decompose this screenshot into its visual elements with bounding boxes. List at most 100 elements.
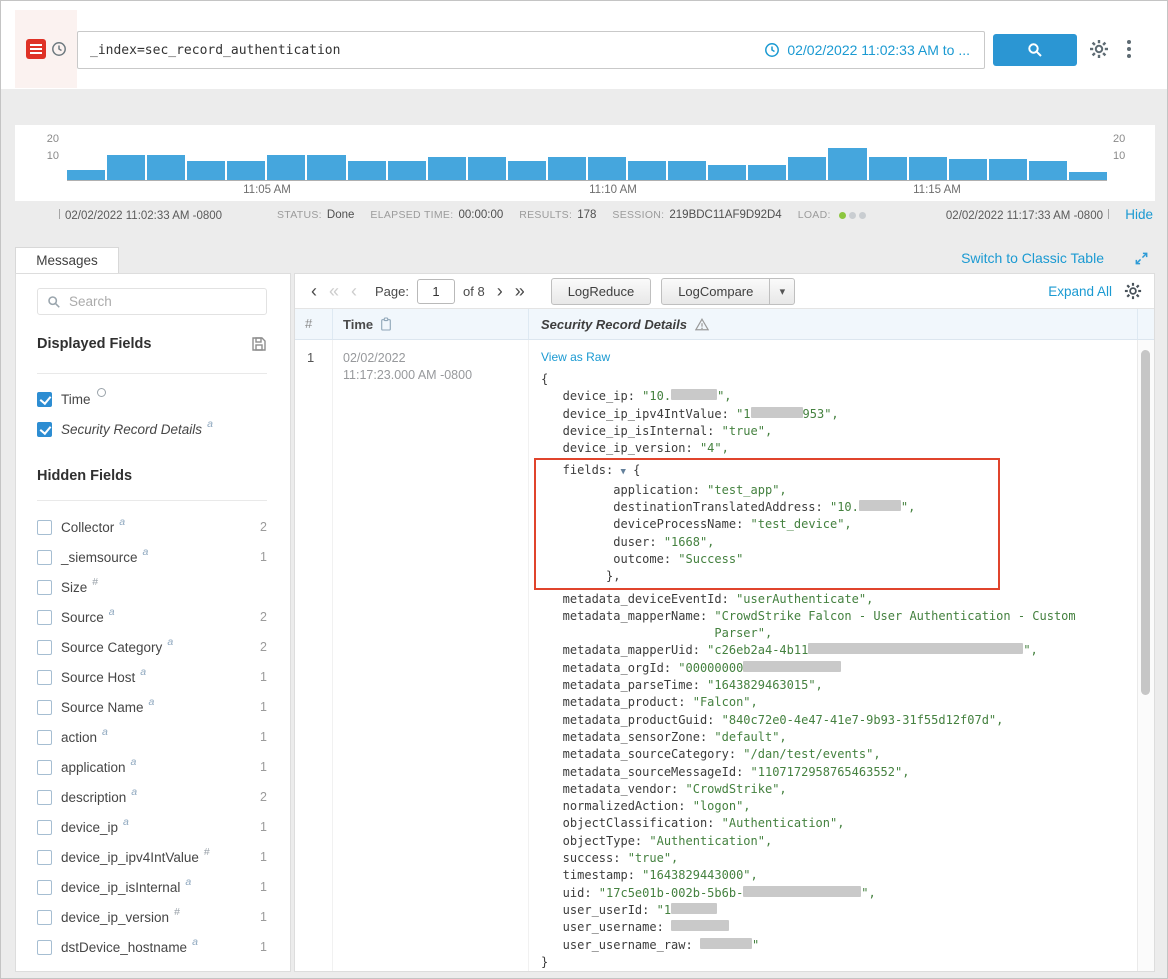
field-checkbox[interactable] bbox=[37, 580, 52, 595]
field-row-source-category[interactable]: Source Categorya2 bbox=[37, 632, 267, 662]
histogram-bar[interactable] bbox=[788, 157, 826, 180]
field-checkbox[interactable] bbox=[37, 760, 52, 775]
histogram-bar[interactable] bbox=[468, 157, 506, 180]
field-checkbox[interactable] bbox=[37, 670, 52, 685]
histogram-bar[interactable] bbox=[628, 161, 666, 180]
settings-gear-icon[interactable] bbox=[1089, 39, 1109, 59]
field-checkbox[interactable] bbox=[37, 820, 52, 835]
hide-histogram-link[interactable]: Hide bbox=[1125, 207, 1153, 222]
histogram-bar[interactable] bbox=[949, 159, 987, 180]
histogram-bar[interactable] bbox=[588, 157, 626, 180]
field-row-description[interactable]: descriptiona2 bbox=[37, 782, 267, 812]
histogram-bar[interactable] bbox=[708, 165, 746, 180]
scrollbar-track[interactable] bbox=[1137, 340, 1154, 971]
page-number-input[interactable] bbox=[417, 279, 455, 304]
field-checkbox[interactable] bbox=[37, 730, 52, 745]
field-row-action[interactable]: actiona1 bbox=[37, 722, 267, 752]
first-page-button[interactable]: « bbox=[323, 282, 345, 300]
histogram-bar[interactable] bbox=[428, 157, 466, 180]
histogram-bar[interactable] bbox=[267, 155, 305, 180]
field-row-dstdevice-hostname[interactable]: dstDevice_hostnamea1 bbox=[37, 932, 267, 962]
field-checkbox[interactable] bbox=[37, 422, 52, 437]
field-checkbox[interactable] bbox=[37, 640, 52, 655]
kebab-menu-icon[interactable] bbox=[1127, 40, 1131, 58]
view-as-raw-link[interactable]: View as Raw bbox=[541, 350, 610, 364]
switch-to-classic-table-link[interactable]: Switch to Classic Table bbox=[961, 250, 1104, 266]
expand-all-link[interactable]: Expand All bbox=[1048, 284, 1112, 299]
last-page-button[interactable]: » bbox=[509, 282, 531, 300]
field-checkbox[interactable] bbox=[37, 700, 52, 715]
histogram-bar[interactable] bbox=[548, 157, 586, 180]
histogram-bar[interactable] bbox=[147, 155, 185, 180]
json-key: objectType: bbox=[541, 834, 649, 848]
field-row-size[interactable]: Size# bbox=[37, 572, 267, 602]
histogram-bar[interactable] bbox=[307, 155, 345, 180]
histogram-bar[interactable] bbox=[227, 161, 265, 180]
field-checkbox[interactable] bbox=[37, 940, 52, 955]
field-search-box[interactable] bbox=[37, 288, 267, 315]
display-settings-gear-icon[interactable] bbox=[1124, 282, 1142, 300]
field-row-source[interactable]: Sourcea2 bbox=[37, 602, 267, 632]
column-header-time[interactable]: Time bbox=[333, 309, 529, 339]
json-key: application: bbox=[541, 483, 707, 497]
json-value: "c26eb2a4-4b11 bbox=[707, 643, 808, 657]
column-header-details[interactable]: Security Record Details bbox=[529, 309, 1138, 339]
json-line: metadata_parseTime: "1643829463015", bbox=[541, 677, 1137, 694]
prev-page-button[interactable]: ‹ bbox=[345, 282, 363, 300]
field-row-security-record-details[interactable]: Security Record Detailsa bbox=[37, 414, 267, 444]
histogram-bar[interactable] bbox=[748, 165, 786, 180]
column-header-number[interactable]: # bbox=[295, 309, 333, 339]
histogram-bar[interactable] bbox=[1029, 161, 1067, 180]
scrollbar-thumb[interactable] bbox=[1141, 350, 1150, 695]
field-label: Time bbox=[61, 392, 91, 407]
histogram-bar[interactable] bbox=[388, 161, 426, 180]
histogram-bar[interactable] bbox=[508, 161, 546, 180]
json-value: "1107172958765463552", bbox=[751, 765, 910, 779]
json-value: "Authentication", bbox=[649, 834, 772, 848]
histogram-bar[interactable] bbox=[989, 159, 1027, 180]
save-icon[interactable] bbox=[251, 336, 267, 352]
histogram-bar[interactable] bbox=[668, 161, 706, 180]
histogram-bar[interactable] bbox=[187, 161, 225, 180]
histogram-bar[interactable] bbox=[909, 157, 947, 180]
json-key: metadata_mapperName: bbox=[541, 609, 714, 623]
field-row-collector[interactable]: Collectora2 bbox=[37, 512, 267, 542]
clipboard-icon[interactable] bbox=[380, 317, 392, 331]
field-row-device-ip-ipv4intvalue[interactable]: device_ip_ipv4IntValue#1 bbox=[37, 842, 267, 872]
histogram-bar[interactable] bbox=[869, 157, 907, 180]
field-checkbox[interactable] bbox=[37, 790, 52, 805]
field-checkbox[interactable] bbox=[37, 910, 52, 925]
field-row-device-ip-version[interactable]: device_ip_version#1 bbox=[37, 902, 267, 932]
histogram-bar[interactable] bbox=[1069, 172, 1107, 180]
field-row-application[interactable]: applicationa1 bbox=[37, 752, 267, 782]
json-value: ", bbox=[901, 500, 915, 514]
field-checkbox[interactable] bbox=[37, 880, 52, 895]
logcompare-button[interactable]: LogCompare bbox=[661, 278, 770, 305]
histogram-bar[interactable] bbox=[107, 155, 145, 180]
field-row-time[interactable]: Time bbox=[37, 384, 267, 414]
json-value: "17c5e01b-002b-5b6b- bbox=[599, 886, 744, 900]
histogram-bar[interactable] bbox=[67, 170, 105, 180]
field-search-input[interactable] bbox=[69, 294, 266, 309]
field-row--siemsource[interactable]: _siemsourcea1 bbox=[37, 542, 267, 572]
field-checkbox[interactable] bbox=[37, 392, 52, 407]
logreduce-button[interactable]: LogReduce bbox=[551, 278, 652, 305]
field-row-device-ip[interactable]: device_ipa1 bbox=[37, 812, 267, 842]
collapse-chevron-button[interactable]: ‹ bbox=[305, 282, 323, 300]
field-row-device-ip-isinternal[interactable]: device_ip_isInternala1 bbox=[37, 872, 267, 902]
search-query-input[interactable] bbox=[78, 43, 764, 58]
logcompare-dropdown-button[interactable]: ▾ bbox=[769, 278, 795, 305]
search-button[interactable] bbox=[993, 34, 1077, 66]
tab-messages[interactable]: Messages bbox=[15, 247, 119, 273]
fullscreen-expand-icon[interactable] bbox=[1134, 251, 1149, 266]
histogram-bar[interactable] bbox=[348, 161, 386, 180]
field-checkbox[interactable] bbox=[37, 520, 52, 535]
field-row-source-name[interactable]: Source Namea1 bbox=[37, 692, 267, 722]
field-checkbox[interactable] bbox=[37, 550, 52, 565]
next-page-button[interactable]: › bbox=[491, 282, 509, 300]
field-checkbox[interactable] bbox=[37, 610, 52, 625]
time-range-selector[interactable]: 02/02/2022 11:02:33 AM to ... bbox=[764, 42, 984, 58]
field-row-source-host[interactable]: Source Hosta1 bbox=[37, 662, 267, 692]
histogram-bar[interactable] bbox=[828, 148, 866, 180]
field-checkbox[interactable] bbox=[37, 850, 52, 865]
